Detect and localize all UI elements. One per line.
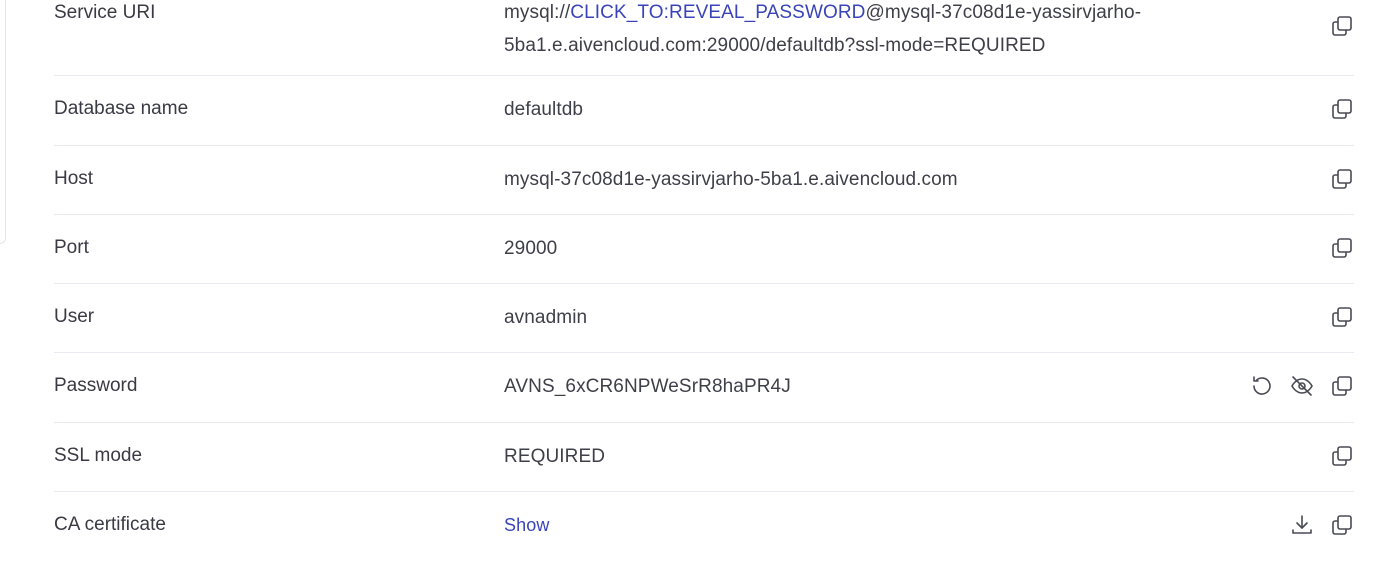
show-certificate-link[interactable]: Show: [504, 515, 549, 535]
copy-icon[interactable]: [1330, 374, 1354, 398]
database-name-label: Database name: [54, 98, 189, 119]
ssl-mode-value: REQUIRED: [504, 446, 606, 467]
copy-icon[interactable]: [1330, 513, 1354, 537]
left-panel-edge: [0, 0, 6, 244]
reset-password-icon[interactable]: [1250, 374, 1274, 398]
connection-info-table: Service URI mysql://CLICK_TO:REVEAL_PASS…: [54, 0, 1354, 562]
service-uri-line2: 5ba1.e.aivencloud.com:29000/defaultdb?ss…: [504, 35, 1046, 56]
service-uri-value: mysql://CLICK_TO:REVEAL_PASSWORD@mysql-3…: [504, 0, 1184, 62]
copy-icon[interactable]: [1330, 14, 1354, 38]
password-actions: [1250, 374, 1354, 398]
reveal-password-link[interactable]: CLICK_TO:REVEAL_PASSWORD: [570, 2, 865, 23]
password-value: AVNS_6xCR6NPWeSrR8haPR4J: [504, 376, 791, 397]
row-user: User avnadmin: [54, 284, 1354, 353]
service-uri-prefix: mysql://: [504, 2, 571, 23]
row-ca-certificate: CA certificate Show: [54, 492, 1354, 562]
ca-certificate-label: CA certificate: [54, 514, 166, 535]
copy-icon[interactable]: [1330, 236, 1354, 260]
copy-icon[interactable]: [1330, 444, 1354, 468]
database-name-value: defaultdb: [504, 99, 584, 120]
database-name-actions: [1330, 97, 1354, 121]
row-password: Password AVNS_6xCR6NPWeSrR8haPR4J: [54, 353, 1354, 423]
port-label: Port: [54, 237, 89, 258]
row-ssl-mode: SSL mode REQUIRED: [54, 423, 1354, 492]
ca-certificate-value: Show: [504, 515, 549, 537]
user-label: User: [54, 306, 95, 327]
row-port: Port 29000: [54, 215, 1354, 284]
copy-icon[interactable]: [1330, 305, 1354, 329]
password-label: Password: [54, 375, 138, 396]
port-value: 29000: [504, 238, 558, 259]
host-value: mysql-37c08d1e-yassirvjarho-5ba1.e.aiven…: [504, 169, 958, 190]
service-uri-label: Service URI: [54, 2, 156, 23]
service-uri-actions: [1330, 14, 1354, 38]
copy-icon[interactable]: [1330, 167, 1354, 191]
download-icon[interactable]: [1290, 513, 1314, 537]
copy-icon[interactable]: [1330, 97, 1354, 121]
row-database-name: Database name defaultdb: [54, 76, 1354, 146]
host-label: Host: [54, 168, 94, 189]
service-uri-host-part: @mysql-37c08d1e-yassirvjarho-: [865, 2, 1142, 23]
ca-certificate-actions: [1290, 513, 1354, 537]
host-actions: [1330, 167, 1354, 191]
row-service-uri: Service URI mysql://CLICK_TO:REVEAL_PASS…: [54, 0, 1354, 76]
user-value: avnadmin: [504, 307, 588, 328]
port-actions: [1330, 236, 1354, 260]
user-actions: [1330, 305, 1354, 329]
ssl-mode-actions: [1330, 444, 1354, 468]
ssl-mode-label: SSL mode: [54, 445, 143, 466]
row-host: Host mysql-37c08d1e-yassirvjarho-5ba1.e.…: [54, 146, 1354, 215]
eye-off-icon[interactable]: [1290, 374, 1314, 398]
